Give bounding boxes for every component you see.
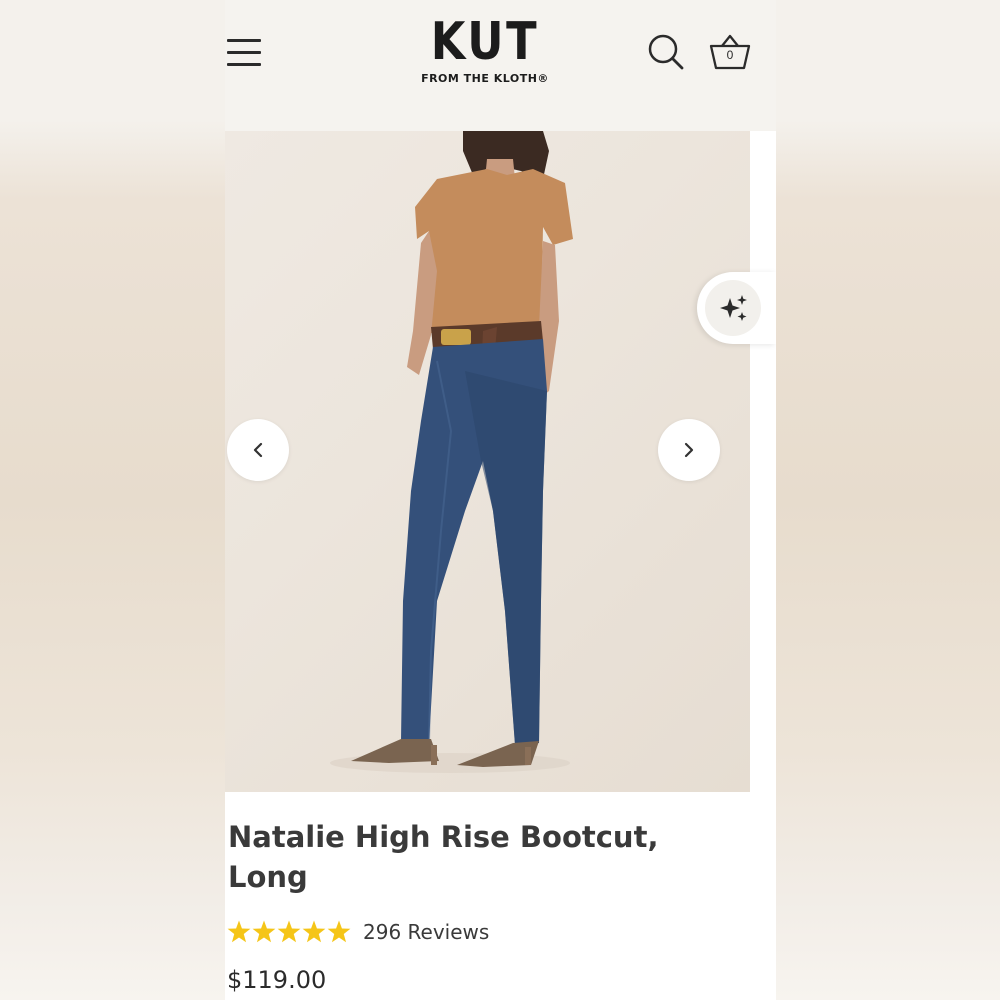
product-title: Natalie High Rise Bootcut, Long: [228, 820, 659, 894]
ai-assistant-badge: [705, 280, 761, 336]
hamburger-menu-icon[interactable]: [227, 39, 261, 67]
site-header: KUT FROM THE KLOTH® 0: [225, 0, 776, 131]
ai-assistant-button[interactable]: [697, 272, 776, 344]
brand-logo[interactable]: KUT FROM THE KLOTH®: [405, 14, 565, 85]
star-icon: [302, 920, 326, 943]
star-icon: [327, 920, 351, 943]
background-blur-right: [776, 0, 1000, 1000]
star-rating: [227, 920, 351, 943]
mobile-product-page: KUT FROM THE KLOTH® 0 Natalie High Rise …: [225, 0, 776, 1000]
background-blur-left: [0, 0, 225, 1000]
star-icon: [252, 920, 276, 943]
logo-wordmark: KUT: [430, 12, 540, 72]
sparkles-icon: [720, 295, 747, 321]
next-image-peek: [750, 131, 776, 792]
review-count-link[interactable]: 296 Reviews: [363, 918, 489, 946]
gallery-prev-button[interactable]: [227, 419, 289, 481]
chevron-left-icon: [253, 442, 263, 458]
basket-icon[interactable]: 0: [709, 33, 751, 71]
search-icon[interactable]: [648, 34, 684, 70]
chevron-right-icon: [684, 442, 694, 458]
cart-count-badge: 0: [726, 48, 734, 62]
logo-tagline: FROM THE KLOTH®: [421, 72, 549, 85]
star-icon: [277, 920, 301, 943]
gallery-next-button[interactable]: [658, 419, 720, 481]
product-price: $119.00: [227, 966, 327, 994]
star-icon: [227, 920, 251, 943]
